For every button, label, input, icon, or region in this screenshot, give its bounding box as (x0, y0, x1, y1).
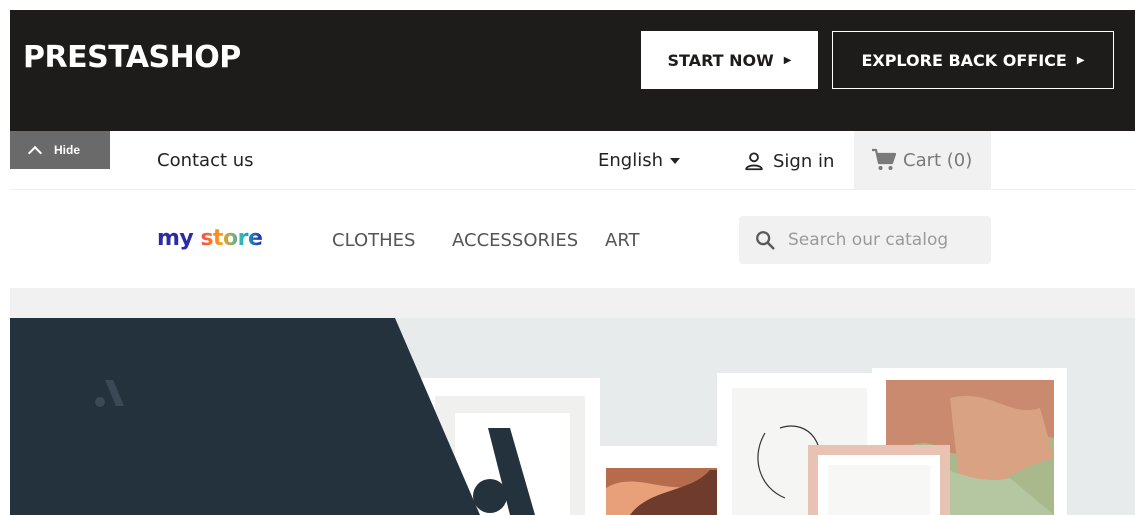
search-input[interactable] (786, 229, 990, 251)
chevron-up-icon (27, 145, 43, 160)
play-icon: ▶ (783, 54, 792, 66)
logo-my: my (157, 226, 194, 251)
language-selector[interactable]: English (598, 150, 680, 171)
hero-image (10, 318, 1135, 515)
menu-art[interactable]: ART (605, 230, 640, 251)
start-now-label: START NOW (667, 50, 774, 70)
caret-down-icon (670, 157, 680, 164)
sign-in-link[interactable]: Sign in (743, 150, 834, 172)
hide-label: Hide (54, 143, 81, 157)
store-logo[interactable]: my store (157, 226, 263, 251)
user-icon (745, 152, 763, 171)
contact-us-link[interactable]: Contact us (157, 150, 254, 171)
start-now-button[interactable]: START NOW ▶ (641, 31, 818, 89)
nav-divider (10, 189, 1135, 190)
search-box (739, 216, 991, 264)
play-icon: ▶ (1076, 54, 1085, 66)
header-spacer (10, 288, 1135, 318)
language-label: English (598, 150, 663, 171)
menu-clothes[interactable]: CLOTHES (332, 230, 415, 251)
menu-accessories[interactable]: ACCESSORIES (452, 230, 578, 251)
explore-label: EXPLORE BACK OFFICE (861, 50, 1067, 70)
cart-button[interactable]: Cart (0) (854, 131, 991, 189)
cart-icon (872, 148, 897, 170)
sign-in-label: Sign in (773, 150, 835, 172)
logo-store: store (200, 226, 263, 251)
hide-toggle-button[interactable]: Hide (10, 131, 110, 169)
cart-label: Cart (0) (903, 149, 973, 171)
prestashop-logo: PRESTASHOP (23, 40, 241, 75)
hero-banner[interactable] (10, 318, 1135, 515)
explore-back-office-button[interactable]: EXPLORE BACK OFFICE ▶ (832, 31, 1114, 89)
search-icon[interactable] (754, 229, 776, 251)
